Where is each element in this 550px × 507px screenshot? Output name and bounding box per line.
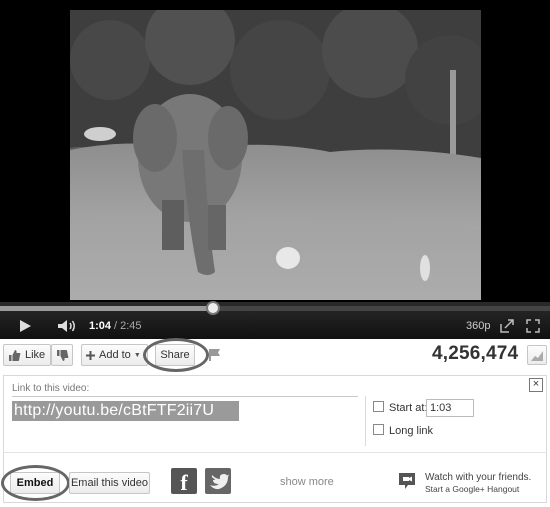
stats-button[interactable] (527, 345, 547, 365)
email-video-button[interactable]: Email this video (69, 472, 150, 494)
progress-fill (0, 306, 214, 311)
chevron-down-icon: ▼ (133, 351, 141, 359)
add-to-button[interactable]: Add to ▼ (81, 344, 148, 366)
close-button[interactable]: × (529, 378, 543, 392)
plus-icon (86, 350, 95, 360)
start-at-checkbox[interactable] (373, 401, 384, 412)
flag-icon (209, 349, 220, 361)
player-controls: 1:04 / 2:45 360p (0, 301, 550, 339)
twitter-share-button[interactable] (205, 468, 231, 494)
start-at-input[interactable] (426, 399, 474, 417)
options-divider (365, 396, 366, 446)
action-bar: Like Add to ▼ Share 4,256,474 (0, 339, 550, 371)
long-link-checkbox[interactable] (373, 424, 384, 435)
volume-button[interactable] (57, 317, 79, 335)
share-link-input[interactable] (12, 401, 239, 421)
thumbs-up-icon (9, 349, 21, 361)
facebook-icon: f (180, 470, 188, 494)
email-label: Email this video (70, 477, 149, 489)
time-display: 1:04 / 2:45 (89, 317, 142, 335)
like-button[interactable]: Like (3, 344, 51, 366)
video-frame[interactable] (70, 10, 481, 300)
popout-icon (500, 319, 514, 333)
dislike-button[interactable] (51, 344, 73, 366)
share-label: Share (160, 349, 190, 361)
embed-label: Embed (16, 477, 54, 489)
duration: 2:45 (120, 320, 142, 332)
play-icon (20, 320, 31, 332)
thumbs-down-icon (56, 349, 68, 361)
progress-bar[interactable] (0, 301, 550, 315)
add-to-label: Add to (99, 349, 131, 361)
like-label: Like (25, 349, 46, 361)
facebook-share-button[interactable]: f (171, 468, 197, 494)
volume-icon (58, 320, 75, 332)
start-at-label: Start at: (389, 402, 428, 414)
time-separator: / (114, 320, 118, 332)
play-button[interactable] (18, 317, 36, 335)
link-divider (12, 396, 358, 397)
show-more-link[interactable]: show more (280, 476, 334, 488)
fullscreen-button[interactable] (526, 317, 542, 335)
video-still (70, 10, 481, 300)
stats-icon (531, 351, 543, 361)
long-link-label: Long link (389, 425, 434, 437)
hangout-subtitle[interactable]: Start a Google+ Hangout (425, 484, 519, 494)
video-player[interactable]: 1:04 / 2:45 360p (0, 0, 550, 339)
twitter-icon (210, 474, 229, 490)
view-count: 4,256,474 (432, 343, 519, 364)
quality-button[interactable]: 360p (466, 317, 490, 335)
share-button[interactable]: Share (155, 344, 195, 366)
link-label: Link to this video: (12, 383, 90, 394)
embed-button[interactable]: Embed (10, 472, 60, 494)
hangout-icon (399, 473, 415, 489)
current-time: 1:04 (89, 320, 112, 332)
panel-divider (3, 452, 547, 453)
flag-button[interactable] (205, 344, 225, 366)
popout-button[interactable] (500, 317, 516, 335)
hangout-title[interactable]: Watch with your friends. (425, 472, 531, 483)
progress-handle[interactable] (206, 301, 221, 315)
fullscreen-icon (526, 319, 540, 333)
